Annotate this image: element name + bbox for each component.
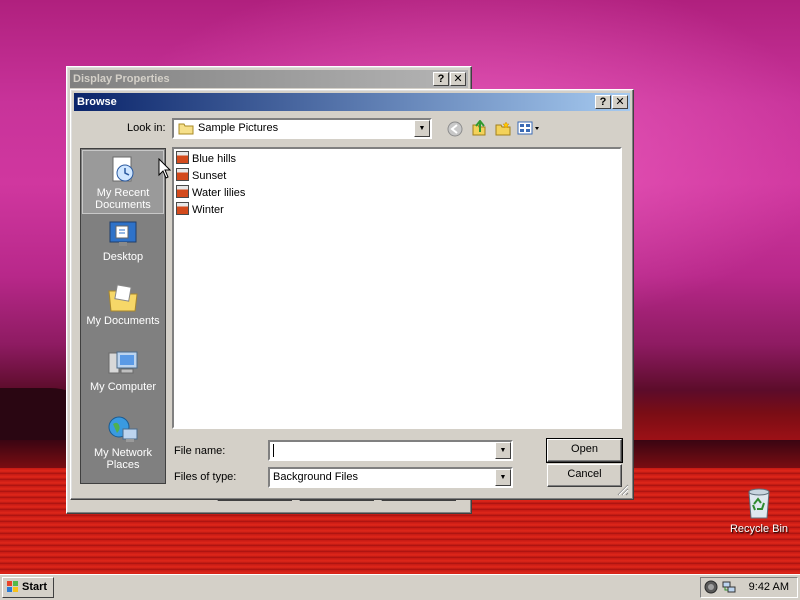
chevron-down-icon[interactable]: ▼ — [414, 120, 430, 137]
file-name-label: File name: — [174, 445, 226, 457]
files-of-type-label: Files of type: — [174, 471, 237, 483]
network-places-icon — [108, 416, 138, 442]
file-name: Sunset — [192, 170, 227, 182]
text-caret — [273, 444, 274, 457]
network-tray-icon[interactable] — [722, 580, 736, 594]
place-recent-documents[interactable]: My Recent Documents — [82, 150, 164, 214]
new-folder-icon[interactable] — [495, 121, 511, 137]
tray-app-icon[interactable] — [704, 580, 718, 594]
list-item[interactable]: Blue hills — [176, 151, 236, 167]
system-tray: 9:42 AM — [700, 577, 798, 598]
chevron-down-icon[interactable]: ▼ — [495, 469, 511, 486]
place-label: My Recent Documents — [95, 187, 151, 211]
file-name: Winter — [192, 204, 224, 216]
chevron-down-icon[interactable]: ▼ — [495, 442, 511, 459]
browse-title: Browse — [77, 96, 117, 108]
taskbar: Start 9:42 AM — [0, 574, 800, 600]
views-icon — [517, 121, 539, 135]
list-item[interactable]: Sunset — [176, 168, 226, 184]
browse-titlebar[interactable]: Browse ? ✕ — [74, 93, 630, 111]
open-button[interactable]: Open — [546, 438, 623, 463]
recycle-bin-icon — [748, 488, 770, 519]
help-button[interactable]: ? — [433, 72, 449, 86]
file-list[interactable]: Blue hills Sunset Water lilies Winter — [172, 147, 622, 429]
place-my-documents[interactable]: My Documents — [82, 279, 164, 339]
place-network[interactable]: My Network Places — [82, 411, 164, 475]
start-label: Start — [22, 581, 48, 593]
file-name-field[interactable]: ▼ — [268, 440, 513, 461]
file-name: Blue hills — [192, 153, 237, 165]
display-properties-title: Display Properties — [73, 73, 170, 85]
image-file-icon — [176, 202, 189, 215]
recent-documents-icon — [112, 156, 134, 182]
recycle-bin-shortcut[interactable]: Recycle Bin — [724, 486, 794, 535]
files-of-type-dropdown[interactable]: Background Files ▼ — [268, 467, 513, 488]
image-file-icon — [176, 168, 189, 181]
clock[interactable]: 9:42 AM — [749, 581, 789, 593]
place-label: My Computer — [89, 381, 157, 393]
place-label: Desktop — [102, 251, 144, 263]
my-computer-icon — [108, 351, 138, 374]
look-in-label: Look in: — [127, 122, 166, 134]
start-button[interactable]: Start — [2, 577, 54, 598]
image-file-icon — [176, 151, 189, 164]
back-icon[interactable] — [447, 121, 463, 137]
file-name: Water lilies — [192, 187, 246, 199]
place-label: My Documents — [86, 315, 160, 327]
windows-logo-icon — [7, 581, 18, 592]
place-my-computer[interactable]: My Computer — [82, 345, 164, 405]
desktop-icon — [109, 221, 137, 246]
recycle-bin-label: Recycle Bin — [729, 523, 789, 535]
close-button[interactable]: ✕ — [612, 95, 628, 109]
place-label: My Network Places — [93, 447, 153, 471]
help-button[interactable]: ? — [595, 95, 611, 109]
mouse-pointer-icon — [158, 158, 172, 179]
files-of-type-value: Background Files — [273, 471, 358, 483]
views-menu[interactable] — [517, 120, 541, 136]
list-item[interactable]: Water lilies — [176, 185, 245, 201]
look-in-value: Sample Pictures — [198, 122, 279, 134]
cancel-button[interactable]: Cancel — [547, 464, 622, 487]
look-in-dropdown[interactable]: Sample Pictures ▼ — [172, 118, 432, 139]
list-item[interactable]: Winter — [176, 202, 224, 218]
image-file-icon — [176, 185, 189, 198]
place-desktop[interactable]: Desktop — [82, 215, 164, 275]
my-documents-icon — [108, 284, 138, 312]
up-folder-icon[interactable] — [471, 120, 487, 136]
display-properties-titlebar[interactable]: Display Properties ? ✕ — [70, 70, 468, 88]
close-button[interactable]: ✕ — [450, 72, 466, 86]
folder-icon — [178, 123, 194, 135]
places-bar: My Recent Documents Desktop My Documents… — [80, 148, 166, 484]
resize-grip-icon[interactable] — [617, 484, 629, 496]
